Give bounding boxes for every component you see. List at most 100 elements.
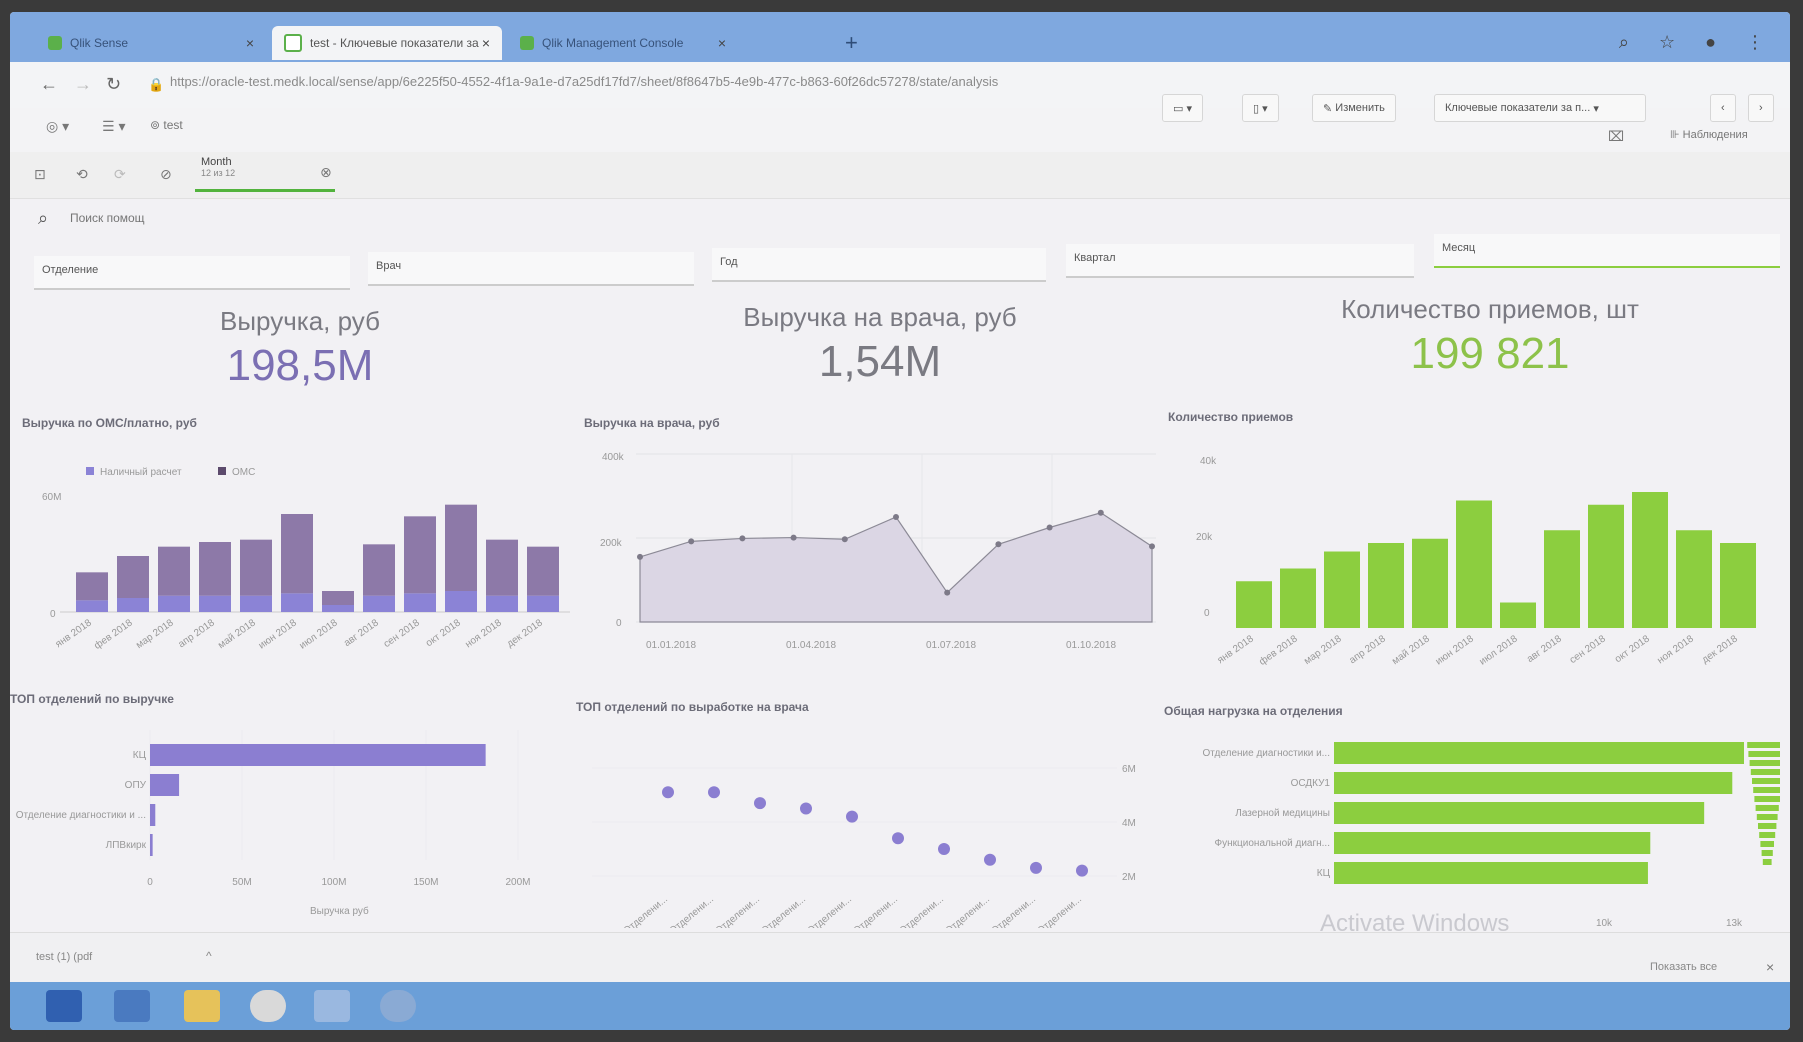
close-icon[interactable]: × [482, 35, 490, 51]
back-icon[interactable]: ← [40, 74, 58, 95]
download-item[interactable]: test (1) (pdf [36, 951, 92, 963]
bookmark-button[interactable]: ▯ ▾ [1242, 94, 1279, 122]
tab-management-console[interactable]: Qlik Management Console × [508, 26, 738, 60]
x-tick-label: Отделени... [852, 894, 900, 928]
legend-swatch-cash [86, 467, 94, 475]
forward-icon[interactable]: → [74, 74, 92, 95]
step-back-icon[interactable]: ⟲ [76, 166, 88, 183]
new-tab-button[interactable]: + [845, 30, 858, 56]
file-explorer-icon[interactable] [184, 990, 220, 1022]
show-all-button[interactable]: Показать все [1650, 961, 1717, 973]
y-tick-label: 40k [1200, 456, 1217, 467]
close-icon[interactable]: × [246, 35, 254, 51]
qlik-favicon-icon [520, 36, 534, 50]
bar-oms [158, 546, 190, 596]
bar-oms [281, 514, 313, 594]
x-tick-label: апр 2018 [1347, 633, 1388, 666]
data-point [754, 797, 766, 810]
chevron-up-icon[interactable]: ^ [206, 949, 212, 963]
x-tick-label: Отделени... [944, 894, 992, 928]
chart-revenue-oms: Наличный расчет ОМС 60M 0 янв 2018фев 20… [42, 467, 570, 652]
search-input[interactable] [68, 210, 372, 226]
selection-month[interactable]: Month 12 из 12 [195, 156, 335, 192]
x-tick-label: Отделени... [622, 894, 670, 928]
y-tick-label: ОСДКУ1 [1291, 778, 1331, 789]
bar [1368, 543, 1404, 628]
panel-title-rev-oms: Выручка по ОМС/платно, руб [22, 416, 197, 430]
powershell-icon[interactable] [114, 990, 150, 1022]
qlik-favicon-icon [284, 34, 302, 52]
bar [150, 744, 486, 766]
mini-chart-bar [1756, 814, 1778, 820]
bar-cash [363, 595, 395, 612]
present-button[interactable]: ▭ ▾ [1162, 94, 1203, 122]
prev-sheet-button[interactable]: ‹ [1710, 94, 1736, 122]
close-icon[interactable]: × [1766, 959, 1774, 975]
legend-label-oms: ОМС [232, 467, 255, 478]
x-tick-label: мар 2018 [134, 617, 176, 651]
mini-chart-bar [1762, 859, 1772, 865]
star-icon[interactable]: ☆ [1659, 32, 1675, 53]
x-tick-label: дек 2018 [505, 617, 545, 650]
mini-chart-bar [1760, 841, 1774, 847]
server-manager-icon[interactable] [46, 990, 82, 1022]
mini-chart-bar [1752, 778, 1780, 784]
bar [150, 804, 156, 826]
x-tick-label: 100M [321, 877, 346, 888]
next-sheet-button[interactable]: › [1748, 94, 1774, 122]
panel-title-rev-doctor: Выручка на врача, руб [584, 416, 720, 430]
y-tick-label: 400k [602, 452, 625, 463]
tab-qlik-sense[interactable]: Qlik Sense × [36, 26, 266, 60]
x-tick-label: фев 2018 [1257, 632, 1300, 667]
y-tick-label: 4M [1122, 818, 1136, 829]
step-forward-icon[interactable]: ⟳ [114, 166, 126, 183]
x-tick-label: июл 2018 [298, 617, 340, 651]
clear-selection-icon[interactable]: ⊗ [320, 164, 332, 181]
bar-cash [445, 591, 477, 612]
filter-doctor[interactable]: Врач [368, 252, 694, 286]
filter-department[interactable]: Отделение [34, 256, 350, 290]
filter-month[interactable]: Месяц [1434, 234, 1780, 268]
x-tick-label: янв 2018 [1216, 633, 1256, 666]
x-tick-label: 200M [505, 877, 530, 888]
bar [150, 774, 180, 796]
smart-search-icon[interactable]: ⌧ [1608, 128, 1624, 145]
browser-tab-bar: Qlik Sense × test - Ключевые показатели … [10, 12, 1790, 62]
clear-all-icon[interactable]: ⊘ [160, 166, 172, 183]
filter-quarter[interactable]: Квартал [1066, 244, 1414, 278]
bar [1334, 802, 1705, 824]
app-name-label: test [163, 118, 183, 132]
y-tick-label: 200k [600, 538, 623, 549]
bar-cash [76, 600, 108, 612]
x-tick-label: Отделени... [668, 894, 716, 928]
bar-cash [486, 595, 518, 612]
reload-icon[interactable]: ↻ [106, 74, 121, 95]
edit-button[interactable]: ✎ Изменить [1312, 94, 1396, 122]
data-point [1030, 861, 1042, 874]
insights-button[interactable]: ⊪ Наблюдения [1670, 128, 1748, 141]
navigation-icon[interactable]: ◎ ▾ [46, 118, 69, 135]
tab-test[interactable]: test - Ключевые показатели за × [272, 26, 502, 60]
search-icon[interactable] [380, 990, 416, 1022]
bar-oms [404, 516, 436, 594]
global-menu-icon[interactable]: ☰ ▾ [102, 118, 125, 135]
x-tick-label: ноя 2018 [463, 617, 504, 650]
smart-search-icon[interactable]: ⊡ [34, 166, 46, 183]
data-point [1076, 864, 1088, 877]
bar [1334, 742, 1744, 764]
sheet-selector[interactable]: Ключевые показатели за п... ▾ [1434, 94, 1646, 122]
qlik-app-icon[interactable] [314, 990, 350, 1022]
close-icon[interactable]: × [718, 35, 726, 51]
filter-year[interactable]: Год [712, 248, 1046, 282]
data-point [893, 514, 899, 520]
tab-label: test - Ключевые показатели за [310, 36, 479, 50]
url-input[interactable]: https://oracle-test.medk.local/sense/app… [170, 74, 998, 89]
x-tick-label: 01.04.2018 [786, 640, 836, 651]
zoom-icon[interactable]: ⌕ [1619, 32, 1629, 53]
kpi-revenue: Выручка, руб 198,5M [150, 306, 450, 391]
bar [1720, 543, 1756, 628]
chrome-icon[interactable] [250, 990, 286, 1022]
menu-icon[interactable]: ⋮ [1746, 32, 1764, 53]
bar [1588, 504, 1624, 628]
account-icon[interactable]: ● [1705, 32, 1716, 53]
